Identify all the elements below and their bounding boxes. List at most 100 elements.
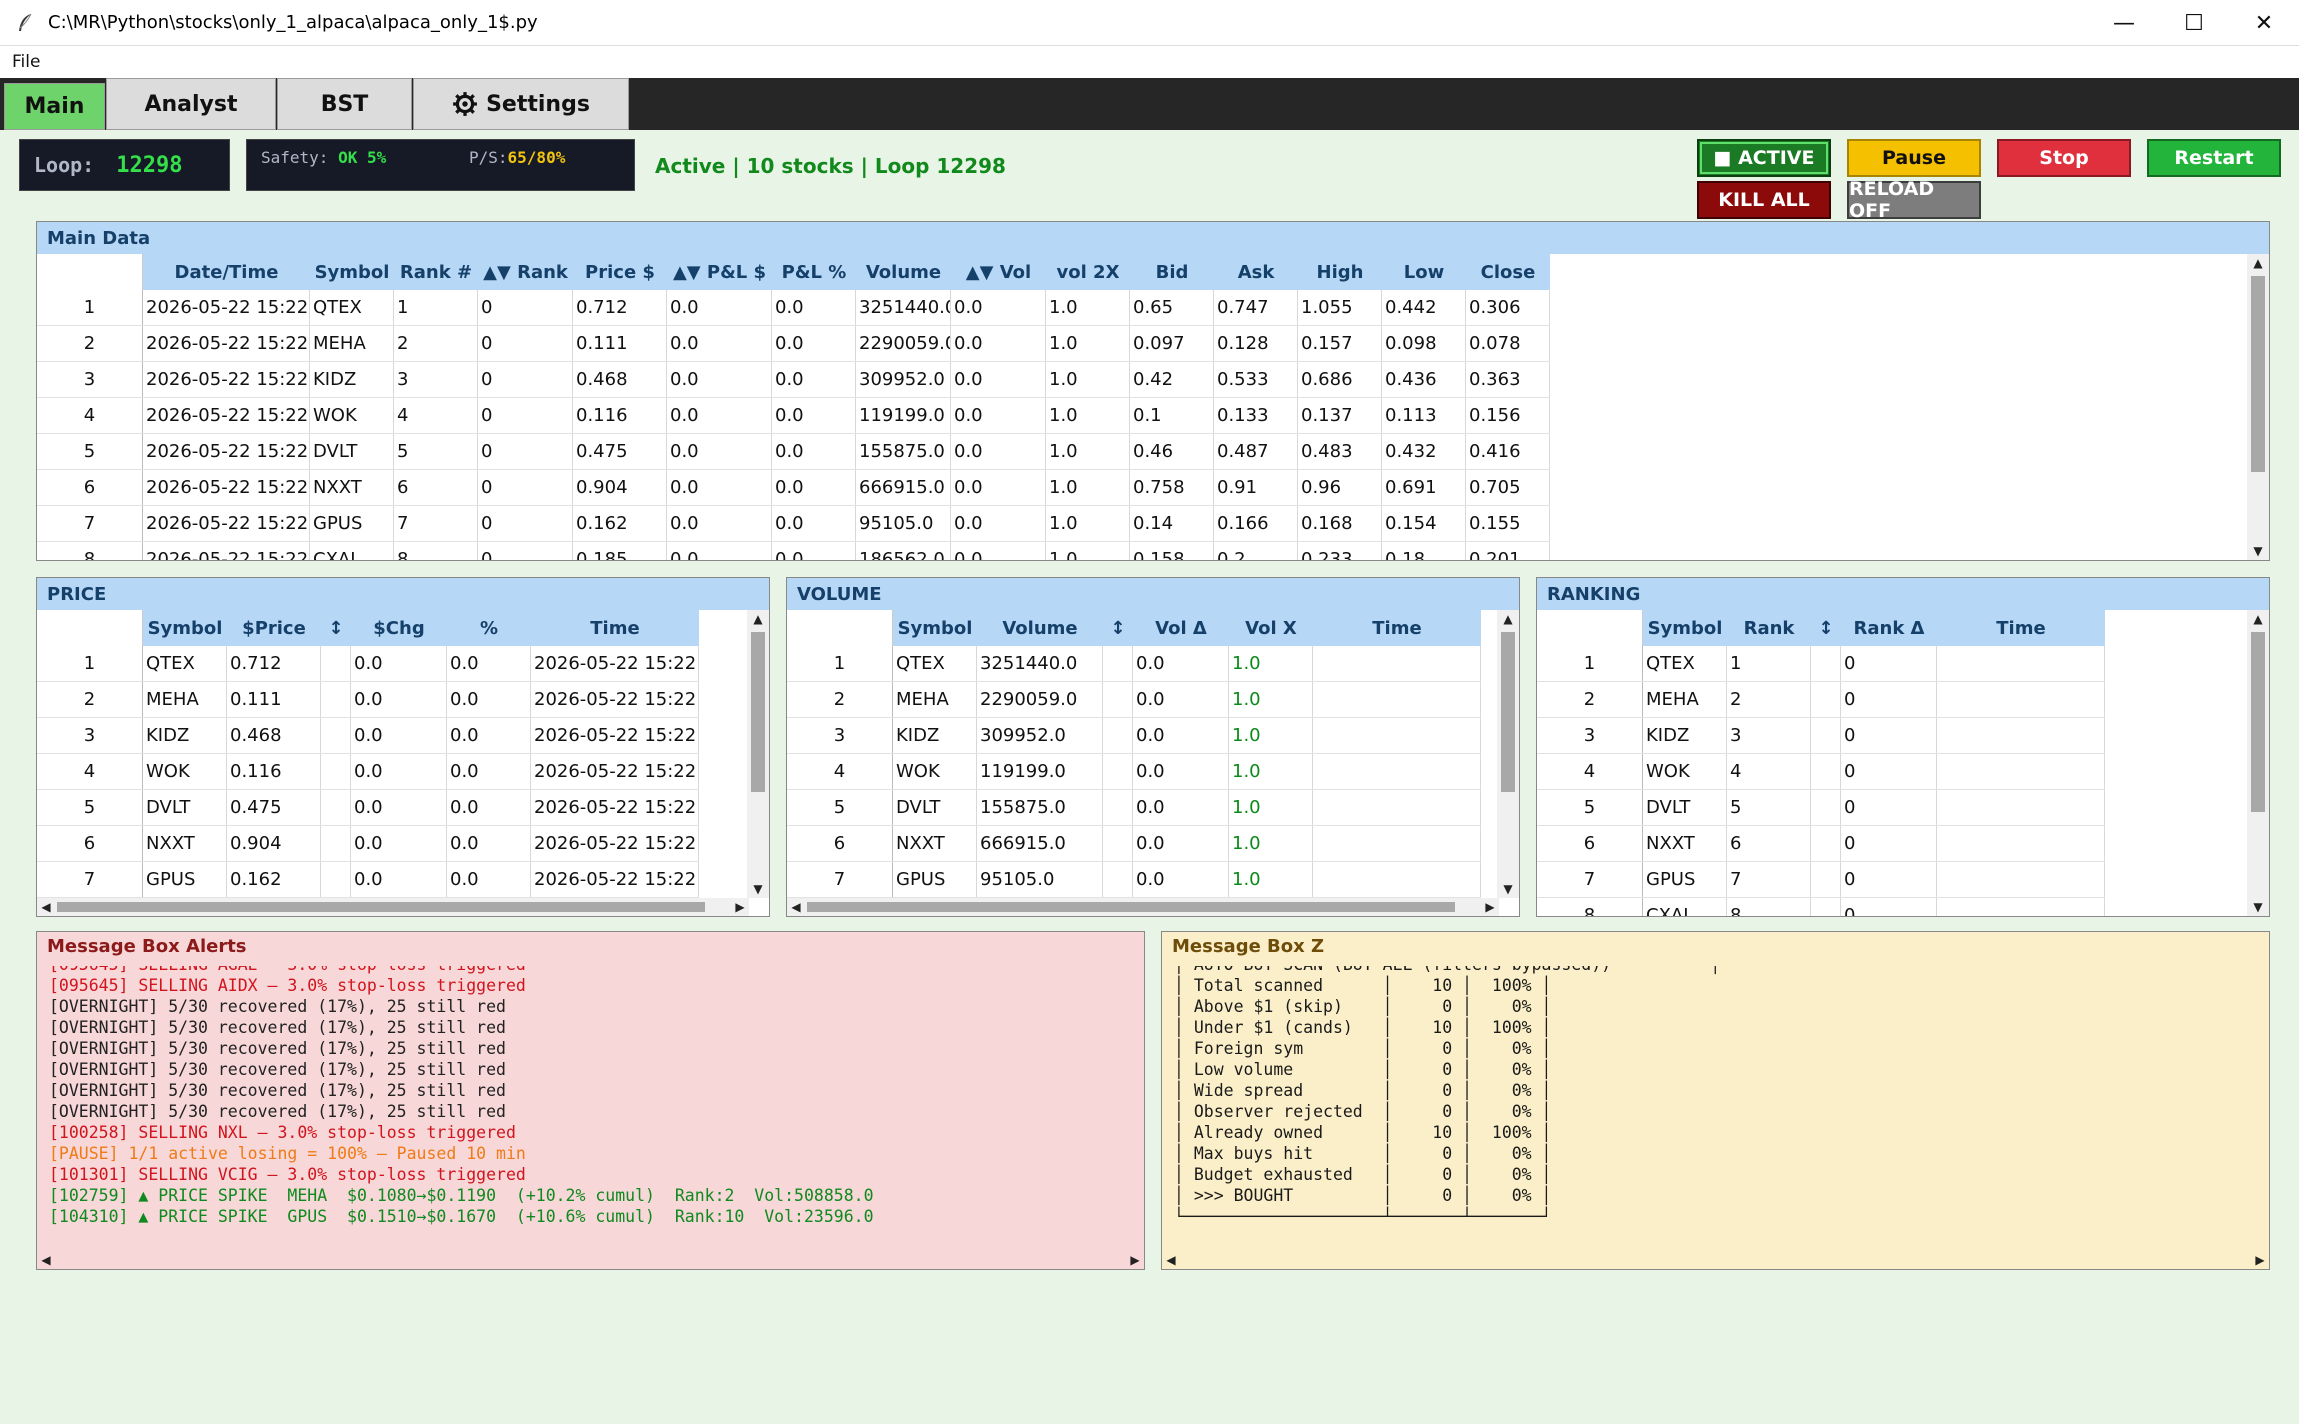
scrollbar-thumb[interactable] (751, 632, 765, 792)
scrollbar-thumb[interactable] (807, 902, 1455, 912)
table-row[interactable]: 3 2026-05-22 15:22: KIDZ 3 0 0.468 0.0 0.0 30995… (37, 362, 1550, 398)
table-row[interactable]: 5 DVLT 155875.0 0.0 1.0 (787, 790, 1481, 826)
scroll-left-icon[interactable]: ◀ (37, 1251, 55, 1269)
column-header[interactable]: Price $ (573, 254, 667, 290)
scrollbar-thumb[interactable] (57, 902, 705, 912)
price-vscroll[interactable]: ▲ ▼ (747, 610, 769, 898)
table-row[interactable]: 5 DVLT 5 0 (1537, 790, 2105, 826)
table-row[interactable]: 6 NXXT 666915.0 0.0 1.0 (787, 826, 1481, 862)
column-header[interactable]: $Price (227, 610, 321, 646)
scroll-left-icon[interactable]: ◀ (1162, 1251, 1180, 1269)
scroll-down-icon[interactable]: ▼ (2247, 542, 2269, 560)
msgz-hscroll[interactable]: ◀ ▶ (1162, 1251, 2269, 1269)
volume-hscroll[interactable]: ◀ ▶ (787, 898, 1499, 916)
active-button[interactable]: ■ ACTIVE (1697, 139, 1831, 177)
scrollbar-thumb[interactable] (1501, 632, 1515, 792)
alerts-hscroll[interactable]: ◀ ▶ (37, 1251, 1144, 1269)
scroll-left-icon[interactable]: ◀ (37, 898, 55, 916)
kill-all-button[interactable]: KILL ALL (1697, 181, 1831, 219)
table-row[interactable]: 2 MEHA 2290059.0 0.0 1.0 (787, 682, 1481, 718)
column-header[interactable]: Vol X (1229, 610, 1313, 646)
column-header[interactable]: ▲▼ Rank (478, 254, 573, 290)
scroll-up-icon[interactable]: ▲ (1497, 610, 1519, 628)
column-header[interactable]: Volume (977, 610, 1103, 646)
column-header[interactable]: Symbol (310, 254, 394, 290)
column-header[interactable]: P&L % (772, 254, 856, 290)
table-row[interactable]: 5 2026-05-22 15:22: DVLT 5 0 0.475 0.0 0.0 15587… (37, 434, 1550, 470)
msgz-log[interactable]: │ AUTO BUY SCAN (BUY ALL (filters bypass… (1170, 966, 2243, 1249)
column-header[interactable]: Rank # (394, 254, 478, 290)
table-row[interactable]: 2 2026-05-22 15:22: MEHA 2 0 0.111 0.0 0.0 22900… (37, 326, 1550, 362)
alerts-log[interactable]: [095645] SELLING AGAE — 3.0% stop-loss t… (45, 966, 1118, 1249)
table-row[interactable]: 4 WOK 119199.0 0.0 1.0 (787, 754, 1481, 790)
table-row[interactable]: 4 WOK 4 0 (1537, 754, 2105, 790)
column-header[interactable]: Volume (856, 254, 951, 290)
scroll-up-icon[interactable]: ▲ (2247, 610, 2269, 628)
column-header[interactable]: ↕ (1811, 610, 1841, 646)
table-row[interactable]: 6 NXXT 6 0 (1537, 826, 2105, 862)
column-header[interactable]: Rank (1727, 610, 1811, 646)
table-row[interactable]: 7 GPUS 0.162 0.0 0.0 2026-05-22 15:22: (37, 862, 699, 898)
maximize-button[interactable]: ☐ (2159, 0, 2229, 46)
price-hscroll[interactable]: ◀ ▶ (37, 898, 749, 916)
column-header[interactable]: % (447, 610, 531, 646)
column-header[interactable]: Time (1937, 610, 2105, 646)
column-header[interactable]: Low (1382, 254, 1466, 290)
table-row[interactable]: 1 QTEX 3251440.0 0.0 1.0 (787, 646, 1481, 682)
tab-settings[interactable]: Settings (413, 78, 629, 130)
table-row[interactable]: 3 KIDZ 3 0 (1537, 718, 2105, 754)
column-header[interactable]: ▲▼ Vol (951, 254, 1046, 290)
scroll-right-icon[interactable]: ▶ (1481, 898, 1499, 916)
column-header[interactable]: Time (1313, 610, 1481, 646)
column-header[interactable]: Vol Δ (1133, 610, 1229, 646)
scroll-right-icon[interactable]: ▶ (731, 898, 749, 916)
table-row[interactable]: 2 MEHA 2 0 (1537, 682, 2105, 718)
scroll-down-icon[interactable]: ▼ (1497, 880, 1519, 898)
table-row[interactable]: 7 2026-05-22 15:22: GPUS 7 0 0.162 0.0 0.0 95105… (37, 506, 1550, 542)
column-header[interactable]: $Chg (351, 610, 447, 646)
table-row[interactable]: 4 2026-05-22 15:22: WOK 4 0 0.116 0.0 0.0 119199… (37, 398, 1550, 434)
column-header[interactable]: Ask (1214, 254, 1298, 290)
column-header[interactable]: High (1298, 254, 1382, 290)
table-row[interactable]: 3 KIDZ 309952.0 0.0 1.0 (787, 718, 1481, 754)
minimize-button[interactable]: — (2089, 0, 2159, 46)
column-header[interactable]: Bid (1130, 254, 1214, 290)
volume-vscroll[interactable]: ▲ ▼ (1497, 610, 1519, 898)
tab-main[interactable]: Main (4, 83, 105, 130)
pause-button[interactable]: Pause (1847, 139, 1981, 177)
scrollbar-thumb[interactable] (2251, 276, 2265, 472)
scroll-down-icon[interactable]: ▼ (2247, 898, 2269, 916)
table-row[interactable]: 2 MEHA 0.111 0.0 0.0 2026-05-22 15:22: (37, 682, 699, 718)
ranking-vscroll[interactable]: ▲ ▼ (2247, 610, 2269, 916)
table-row[interactable]: 8 CXAI 8 0 (1537, 898, 2105, 916)
column-header[interactable]: vol 2X (1046, 254, 1130, 290)
menu-file[interactable]: File (12, 52, 40, 72)
column-header[interactable]: Symbol (893, 610, 977, 646)
table-row[interactable]: 7 GPUS 95105.0 0.0 1.0 (787, 862, 1481, 898)
column-header[interactable]: ▲▼ P&L $ (667, 254, 772, 290)
column-header[interactable]: Time (531, 610, 699, 646)
table-row[interactable]: 1 2026-05-22 15:22: QTEX 1 0 0.712 0.0 0.0 32514… (37, 290, 1550, 326)
column-header[interactable]: Symbol (1643, 610, 1727, 646)
table-row[interactable]: 1 QTEX 1 0 (1537, 646, 2105, 682)
table-row[interactable]: 7 GPUS 7 0 (1537, 862, 2105, 898)
tab-analyst[interactable]: Analyst (106, 78, 276, 130)
scroll-left-icon[interactable]: ◀ (787, 898, 805, 916)
tab-bst[interactable]: BST (277, 78, 412, 130)
main-data-scrollbar[interactable]: ▲ ▼ (2247, 254, 2269, 560)
scroll-up-icon[interactable]: ▲ (2247, 254, 2269, 272)
scroll-up-icon[interactable]: ▲ (747, 610, 769, 628)
scroll-right-icon[interactable]: ▶ (2251, 1251, 2269, 1269)
table-row[interactable]: 1 QTEX 0.712 0.0 0.0 2026-05-22 15:22: (37, 646, 699, 682)
column-header[interactable]: ↕ (321, 610, 351, 646)
column-header[interactable]: ↕ (1103, 610, 1133, 646)
column-header[interactable]: Symbol (143, 610, 227, 646)
column-header[interactable]: Date/Time (143, 254, 310, 290)
close-button[interactable]: ✕ (2229, 0, 2299, 46)
stop-button[interactable]: Stop (1997, 139, 2131, 177)
table-row[interactable]: 6 2026-05-22 15:22: NXXT 6 0 0.904 0.0 0.0 66691… (37, 470, 1550, 506)
table-row[interactable]: 3 KIDZ 0.468 0.0 0.0 2026-05-22 15:22: (37, 718, 699, 754)
scrollbar-thumb[interactable] (2251, 632, 2265, 812)
column-header[interactable]: Rank Δ (1841, 610, 1937, 646)
table-row[interactable]: 5 DVLT 0.475 0.0 0.0 2026-05-22 15:22: (37, 790, 699, 826)
